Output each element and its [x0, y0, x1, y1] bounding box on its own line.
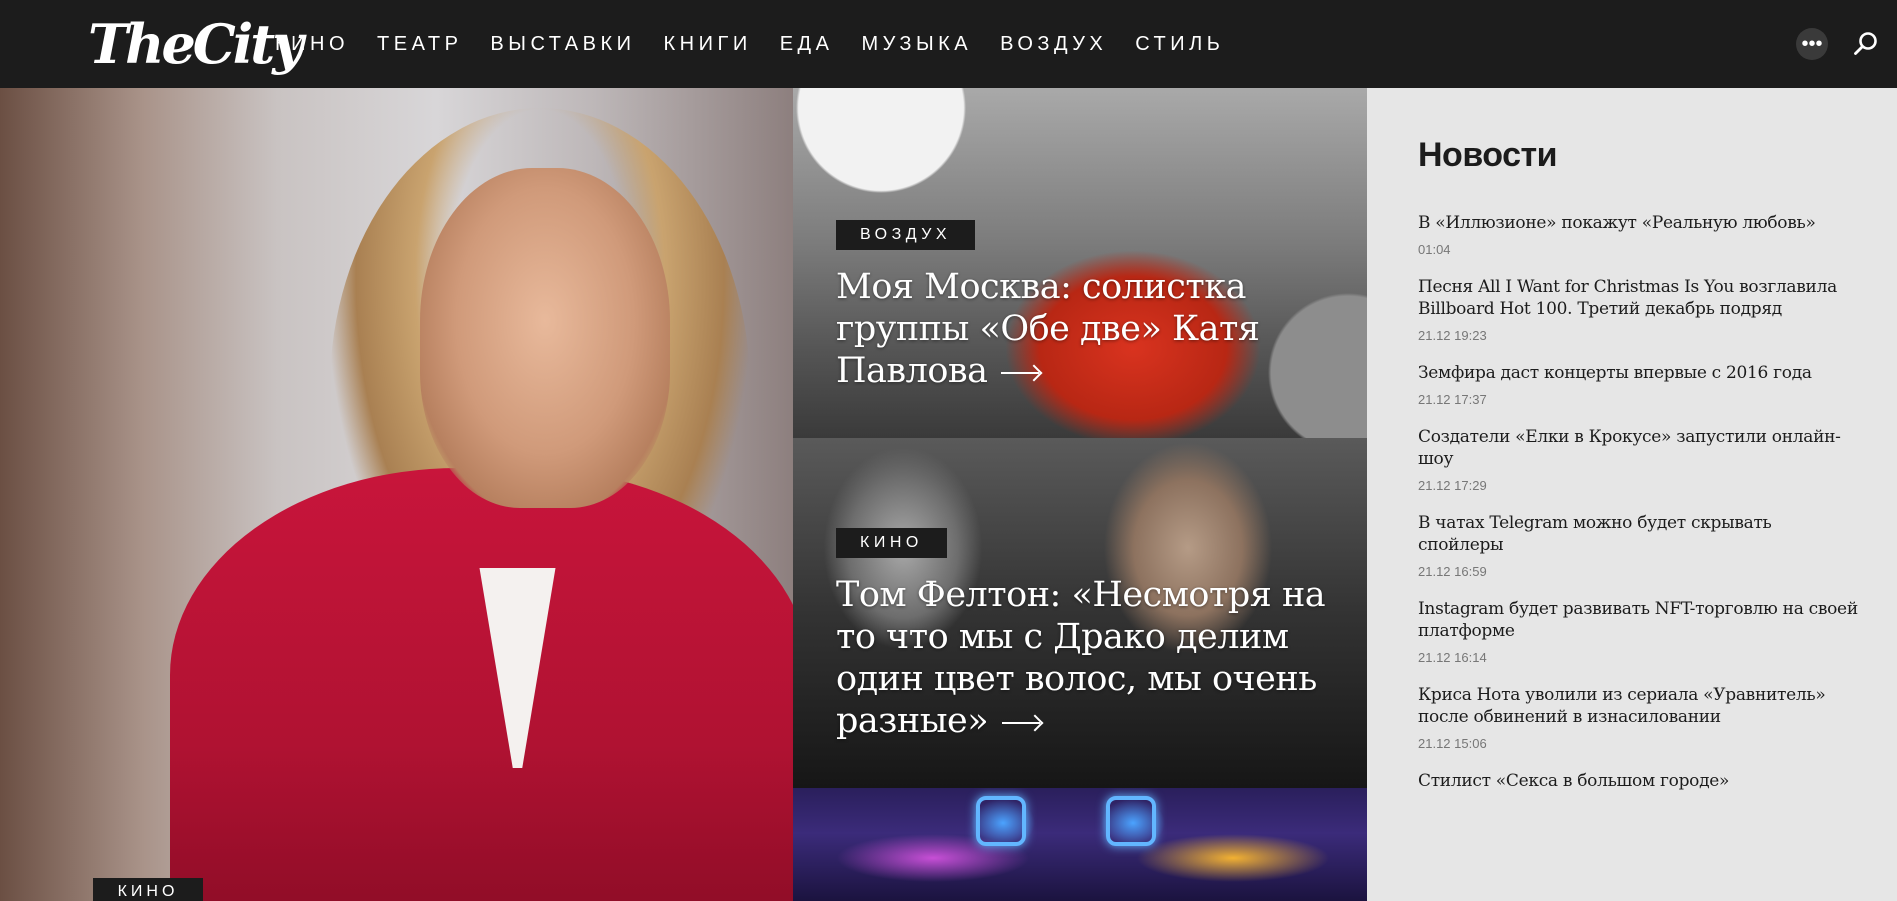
- news-item: Криса Нота уволили из сериала «Уравнител…: [1418, 684, 1858, 751]
- hero-story[interactable]: [0, 88, 793, 901]
- news-item-time: 21.12 15:06: [1418, 736, 1487, 751]
- news-item-link[interactable]: Земфира даст концерты впервые с 2016 год…: [1418, 362, 1858, 384]
- news-item-link[interactable]: В чатах Telegram можно будет скрывать сп…: [1418, 512, 1858, 556]
- story-card-2-title[interactable]: Том Фелтон: «Несмотря на то что мы с Дра…: [836, 574, 1336, 742]
- site-header: TheCity КИНО ТЕАТР ВЫСТАВКИ КНИГИ ЕДА МУ…: [0, 0, 1897, 88]
- search-icon[interactable]: [1852, 30, 1880, 58]
- nav-item-kino[interactable]: КИНО: [275, 33, 349, 56]
- hero-tag[interactable]: КИНО: [93, 878, 203, 901]
- news-item-link[interactable]: В «Иллюзионе» покажут «Реальную любовь»: [1418, 212, 1858, 234]
- news-heading: Новости: [1418, 136, 1558, 174]
- neon-sign-image: [1106, 796, 1156, 846]
- news-item: Земфира даст концерты впервые с 2016 год…: [1418, 362, 1858, 407]
- news-item: Instagram будет развивать NFT-торговлю н…: [1418, 598, 1858, 665]
- story-card-1[interactable]: ВОЗДУХ Моя Москва: солистка группы «Обе …: [793, 88, 1367, 438]
- news-item-time: 21.12 17:29: [1418, 478, 1487, 493]
- nav-item-stil[interactable]: СТИЛЬ: [1135, 33, 1224, 56]
- nav-item-eda[interactable]: ЕДА: [780, 33, 834, 56]
- story-card-2-tag[interactable]: КИНО: [836, 528, 947, 558]
- news-item: Создатели «Елки в Крокусе» запустили онл…: [1418, 426, 1858, 493]
- nav-item-vystavki[interactable]: ВЫСТАВКИ: [490, 33, 635, 56]
- more-dots-icon[interactable]: •••: [1796, 28, 1828, 60]
- nav-item-knigi[interactable]: КНИГИ: [664, 33, 752, 56]
- hero-image-face: [420, 168, 670, 508]
- news-item: Стилист «Секса в большом городе»: [1418, 770, 1858, 792]
- news-item: В «Иллюзионе» покажут «Реальную любовь» …: [1418, 212, 1858, 257]
- news-item: В чатах Telegram можно будет скрывать сп…: [1418, 512, 1858, 579]
- story-card-1-tag[interactable]: ВОЗДУХ: [836, 220, 976, 250]
- news-list: В «Иллюзионе» покажут «Реальную любовь» …: [1418, 212, 1858, 811]
- main-nav: КИНО ТЕАТР ВЫСТАВКИ КНИГИ ЕДА МУЗЫКА ВОЗ…: [275, 0, 1252, 88]
- news-item: Песня All I Want for Christmas Is You во…: [1418, 276, 1858, 343]
- news-item-time: 21.12 17:37: [1418, 392, 1487, 407]
- hero-image-jacket: [170, 468, 793, 901]
- arrow-right-icon: [1002, 716, 1042, 730]
- news-sidebar: Новости В «Иллюзионе» покажут «Реальную …: [1367, 88, 1897, 901]
- neon-sign-image: [976, 796, 1026, 846]
- nav-item-teatr[interactable]: ТЕАТР: [377, 33, 462, 56]
- news-item-time: 21.12 19:23: [1418, 328, 1487, 343]
- news-item-link[interactable]: Создатели «Елки в Крокусе» запустили онл…: [1418, 426, 1858, 470]
- news-item-link[interactable]: Криса Нота уволили из сериала «Уравнител…: [1418, 684, 1858, 728]
- nav-item-vozduh[interactable]: ВОЗДУХ: [1000, 33, 1107, 56]
- news-item-link[interactable]: Instagram будет развивать NFT-торговлю н…: [1418, 598, 1858, 642]
- site-logo[interactable]: TheCity: [88, 10, 304, 78]
- arrow-right-icon: [1001, 366, 1041, 380]
- news-item-link[interactable]: Песня All I Want for Christmas Is You во…: [1418, 276, 1858, 320]
- news-item-time: 21.12 16:14: [1418, 650, 1487, 665]
- news-item-link[interactable]: Стилист «Секса в большом городе»: [1418, 770, 1858, 792]
- story-card-1-title[interactable]: Моя Москва: солистка группы «Обе две» Ка…: [836, 266, 1336, 392]
- story-card-3[interactable]: [793, 788, 1367, 901]
- news-item-time: 01:04: [1418, 242, 1451, 257]
- story-card-2[interactable]: КИНО Том Фелтон: «Несмотря на то что мы …: [793, 438, 1367, 788]
- news-item-time: 21.12 16:59: [1418, 564, 1487, 579]
- nav-item-muzyka[interactable]: МУЗЫКА: [861, 33, 972, 56]
